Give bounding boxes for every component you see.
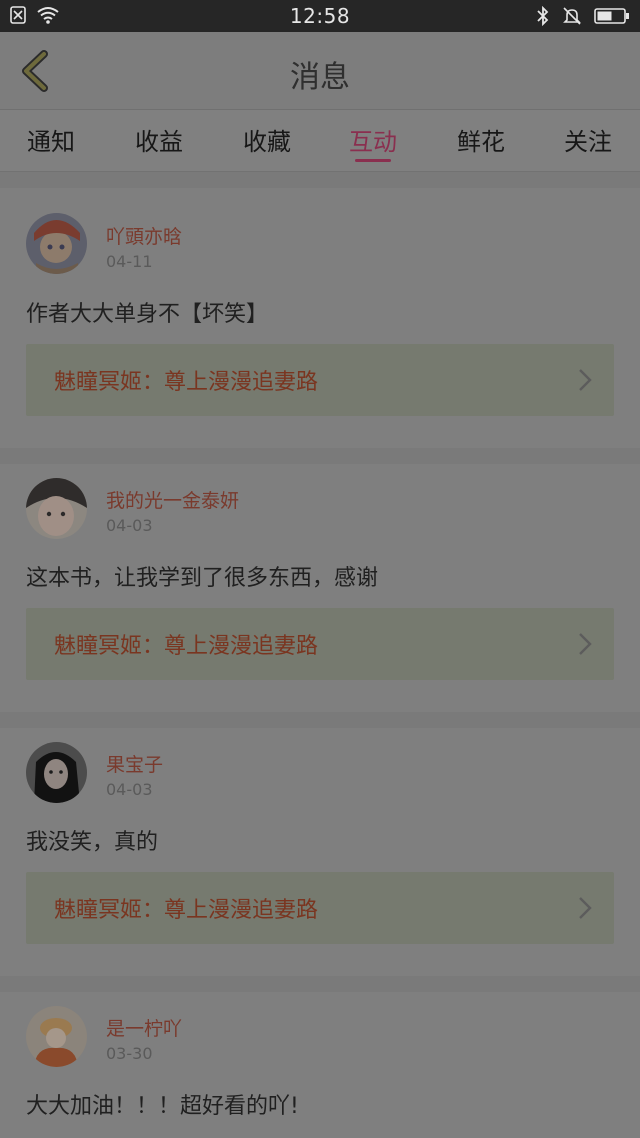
avatar[interactable] — [26, 478, 87, 539]
message-date: 04-11 — [106, 252, 153, 271]
tab-bar: 通知 收益 收藏 互动 鲜花 关注 — [0, 110, 640, 172]
book-title: 魅瞳冥姬：尊上漫漫追妻路 — [54, 634, 319, 659]
username[interactable]: 我的光一金泰妍 — [106, 486, 239, 513]
divider — [0, 172, 640, 188]
message-card: 果宝子 04-03 我没笑，真的 魅瞳冥姬：尊上漫漫追妻路 — [0, 728, 640, 976]
comment-text: 作者大大单身不【坏笑】 — [26, 302, 269, 327]
page-title: 消息 — [290, 60, 350, 95]
status-bar: 12:58 — [0, 0, 640, 32]
comment-text: 大大加油！！！超好看的吖! — [26, 1094, 299, 1119]
comment-text: 我没笑，真的 — [26, 830, 159, 855]
comment-text: 这本书，让我学到了很多东西，感谢 — [26, 566, 379, 591]
chevron-right-icon — [579, 369, 592, 391]
avatar[interactable] — [26, 742, 87, 803]
book-title: 魅瞳冥姬：尊上漫漫追妻路 — [54, 370, 319, 395]
chevron-right-icon — [579, 897, 592, 919]
book-title: 魅瞳冥姬：尊上漫漫追妻路 — [54, 898, 319, 923]
tab-notifications[interactable]: 通知 — [11, 122, 91, 157]
message-date: 03-30 — [106, 1044, 153, 1063]
message-card: 是一柠吖 03-30 大大加油！！！超好看的吖! — [0, 992, 640, 1138]
app-header: 消息 — [0, 32, 640, 110]
divider — [0, 976, 640, 992]
book-link[interactable]: 魅瞳冥姬：尊上漫漫追妻路 — [26, 872, 614, 944]
tab-following[interactable]: 关注 — [548, 122, 628, 157]
avatar[interactable] — [26, 213, 87, 274]
username[interactable]: 吖頭亦晗 — [106, 222, 182, 249]
divider — [0, 712, 640, 728]
message-card: 吖頭亦晗 04-11 作者大大单身不【坏笑】 魅瞳冥姬：尊上漫漫追妻路 — [0, 188, 640, 448]
book-link[interactable]: 魅瞳冥姬：尊上漫漫追妻路 — [26, 608, 614, 680]
mute-bell-icon — [563, 7, 581, 25]
username[interactable]: 果宝子 — [106, 750, 163, 777]
tab-interactions[interactable]: 互动 — [333, 122, 413, 157]
message-date: 04-03 — [106, 516, 153, 535]
chevron-right-icon — [579, 633, 592, 655]
book-link[interactable]: 魅瞳冥姬：尊上漫漫追妻路 — [26, 344, 614, 416]
active-tab-indicator — [355, 159, 391, 162]
tab-favorites[interactable]: 收藏 — [227, 122, 307, 157]
tab-flowers[interactable]: 鲜花 — [441, 122, 521, 157]
bluetooth-icon — [537, 6, 549, 26]
tab-earnings[interactable]: 收益 — [119, 122, 199, 157]
message-date: 04-03 — [106, 780, 153, 799]
username[interactable]: 是一柠吖 — [106, 1014, 182, 1041]
divider — [0, 448, 640, 464]
battery-icon — [594, 8, 629, 24]
message-card: 我的光一金泰妍 04-03 这本书，让我学到了很多东西，感谢 魅瞳冥姬：尊上漫漫… — [0, 464, 640, 712]
avatar[interactable] — [26, 1006, 87, 1067]
